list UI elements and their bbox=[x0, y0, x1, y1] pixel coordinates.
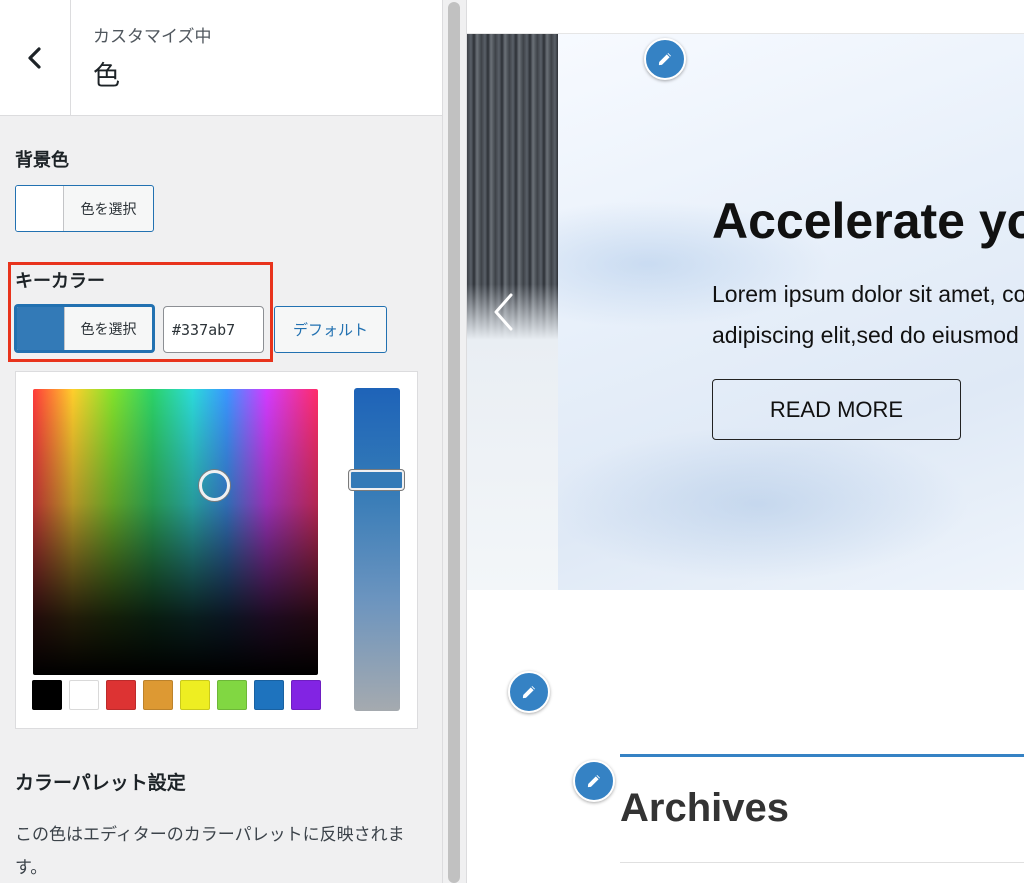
palette-swatch-3[interactable] bbox=[143, 680, 173, 710]
chevron-left-icon bbox=[28, 47, 41, 69]
site-preview: Accelerate your Lorem ipsum dolor sit am… bbox=[467, 0, 1024, 883]
panel-header: カスタマイズ中 色 bbox=[0, 0, 442, 116]
palette-swatch-7[interactable] bbox=[291, 680, 321, 710]
hero-body-text: Lorem ipsum dolor sit amet, consectetur … bbox=[712, 281, 1024, 348]
chevron-left-icon[interactable] bbox=[491, 292, 515, 332]
color-strength-slider[interactable] bbox=[349, 388, 404, 711]
archives-divider bbox=[620, 862, 1024, 863]
panel-scrollbar-thumb[interactable] bbox=[448, 2, 460, 883]
read-more-button[interactable]: READ MORE bbox=[712, 379, 961, 440]
panel-scrollbar[interactable] bbox=[443, 0, 467, 883]
pencil-icon bbox=[586, 773, 602, 789]
archives-heading: Archives bbox=[620, 786, 789, 830]
color-picker-square[interactable] bbox=[33, 389, 318, 675]
edit-shortcut-archives[interactable] bbox=[573, 760, 615, 802]
default-color-button[interactable]: デフォルト bbox=[274, 306, 387, 353]
customizer-panel: カスタマイズ中 色 背景色 色を選択 キーカラー 色を選択 デフォルト カラーパ… bbox=[0, 0, 443, 883]
edit-shortcut-widget[interactable] bbox=[508, 671, 550, 713]
hero-slider: Accelerate your Lorem ipsum dolor sit am… bbox=[467, 34, 1024, 590]
archives-accent-rule bbox=[620, 754, 1024, 757]
background-color-button-label: 色を選択 bbox=[80, 201, 137, 218]
palette-swatch-0[interactable] bbox=[32, 680, 62, 710]
palette-swatch-1[interactable] bbox=[69, 680, 99, 710]
palette-swatch-6[interactable] bbox=[254, 680, 284, 710]
pencil-icon bbox=[657, 51, 673, 67]
hero-title: Accelerate your bbox=[712, 193, 1024, 249]
palette-settings-description: この色はエディターのカラーパレットに反映されます。 bbox=[15, 825, 405, 878]
palette-swatch-2[interactable] bbox=[106, 680, 136, 710]
color-palette bbox=[32, 680, 322, 712]
background-color-label: 背景色 bbox=[15, 150, 69, 171]
color-strength-slider-handle[interactable] bbox=[349, 470, 404, 490]
back-button[interactable] bbox=[0, 0, 71, 116]
highlight-annotation bbox=[8, 262, 273, 362]
palette-swatch-5[interactable] bbox=[217, 680, 247, 710]
palette-swatch-4[interactable] bbox=[180, 680, 210, 710]
color-picker-handle[interactable] bbox=[199, 470, 230, 501]
panel-subtitle: カスタマイズ中 bbox=[93, 27, 212, 47]
edit-shortcut-hero[interactable] bbox=[644, 38, 686, 80]
color-picker bbox=[15, 371, 418, 729]
background-color-swatch bbox=[16, 186, 64, 231]
palette-settings-heading: カラーパレット設定 bbox=[15, 772, 186, 794]
background-color-button[interactable]: 色を選択 bbox=[15, 185, 154, 232]
panel-title: 色 bbox=[93, 61, 120, 92]
pencil-icon bbox=[521, 684, 537, 700]
